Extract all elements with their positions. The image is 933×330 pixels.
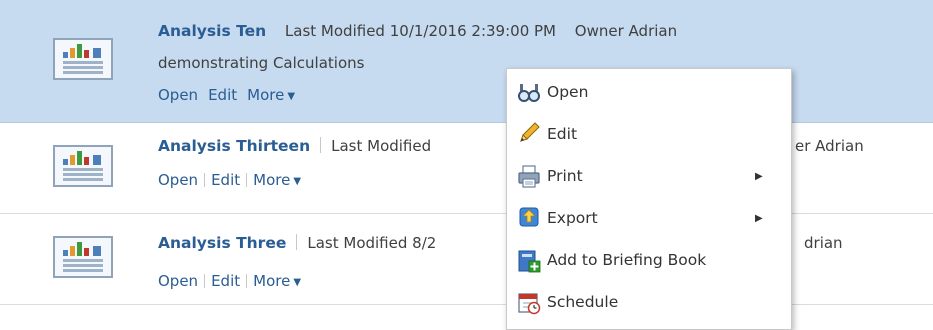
glasses-icon [518, 84, 540, 102]
analysis-chart-icon [53, 236, 113, 278]
more-label: More [253, 272, 291, 290]
caret-down-icon: ▼ [287, 91, 296, 102]
row-actions: Open Edit More ▼ [158, 86, 295, 104]
menu-item-open[interactable]: Open [507, 73, 791, 113]
open-link[interactable]: Open [158, 171, 198, 189]
separator [246, 173, 248, 187]
analysis-list: Analysis Ten Last Modified 10/1/2016 2:3… [0, 0, 933, 317]
list-item-analysis-ten[interactable]: Analysis Ten Last Modified 10/1/2016 2:3… [0, 0, 933, 123]
calendar-clock-icon [518, 293, 541, 315]
analysis-title[interactable]: Analysis Three [158, 234, 286, 252]
row-title-line: Analysis Three Last Modified 8/2 [158, 234, 436, 252]
more-menu-button[interactable]: More ▼ [253, 171, 301, 189]
open-link[interactable]: Open [158, 86, 198, 104]
menu-item-label: Edit [547, 125, 578, 143]
edit-link[interactable]: Edit [208, 86, 237, 104]
row-actions: Open Edit More ▼ [158, 171, 301, 189]
owner-partial: er Adrian [795, 137, 864, 155]
separator [239, 88, 245, 102]
owner-label: Owner [574, 22, 624, 40]
analysis-title[interactable]: Analysis Thirteen [158, 137, 310, 155]
menu-item-label: Schedule [547, 293, 619, 311]
separator [296, 234, 298, 250]
row-actions: Open Edit More ▼ [158, 272, 301, 290]
menu-item-label: Add to Briefing Book [547, 251, 707, 269]
modified-label: Last Modified [307, 234, 408, 252]
analysis-chart-icon [53, 38, 113, 80]
owner-value: Adrian [628, 22, 678, 40]
more-label: More [247, 86, 285, 104]
row-title-line: Analysis Thirteen Last Modified [158, 137, 431, 155]
modified-value-partial: 8/2 [412, 234, 437, 252]
modified-label: Last Modified [331, 137, 432, 155]
analysis-title[interactable]: Analysis Ten [158, 22, 266, 40]
analysis-chart-icon [53, 145, 113, 187]
submenu-arrow-icon: ▶ [755, 213, 763, 224]
modified-label: Last Modified [284, 22, 385, 40]
owner-partial: drian [804, 234, 843, 252]
analysis-description: demonstrating Calculations [158, 54, 365, 72]
more-menu-button[interactable]: More ▼ [247, 86, 295, 104]
submenu-arrow-icon: ▶ [755, 171, 763, 182]
more-dropdown-menu: Open Edit Print ▶ Export ▶ Add to Briefi… [506, 68, 792, 330]
list-item-analysis-thirteen[interactable]: Analysis Thirteen Last Modified er Adrian… [0, 123, 933, 214]
modified-value: 10/1/2016 2:39:00 PM [389, 22, 556, 40]
briefing-book-add-icon [518, 250, 541, 273]
separator [320, 137, 322, 153]
printer-icon [518, 165, 540, 188]
edit-link[interactable]: Edit [211, 272, 240, 290]
caret-down-icon: ▼ [293, 277, 302, 288]
separator [246, 274, 248, 288]
menu-item-label: Print [547, 167, 583, 185]
menu-item-label: Export [547, 209, 598, 227]
more-label: More [253, 171, 291, 189]
menu-item-label: Open [547, 83, 589, 101]
edit-link[interactable]: Edit [211, 171, 240, 189]
menu-item-export[interactable]: Export ▶ [507, 199, 791, 239]
separator [204, 274, 206, 288]
export-icon [519, 207, 539, 227]
pencil-icon [520, 122, 540, 142]
more-menu-button[interactable]: More ▼ [253, 272, 301, 290]
open-link[interactable]: Open [158, 272, 198, 290]
menu-item-edit[interactable]: Edit [507, 115, 791, 155]
menu-item-schedule[interactable]: Schedule [507, 283, 791, 323]
separator [200, 88, 206, 102]
menu-item-add-to-briefing-book[interactable]: Add to Briefing Book [507, 241, 791, 281]
row-title-line: Analysis Ten Last Modified 10/1/2016 2:3… [158, 22, 677, 40]
separator [204, 173, 206, 187]
menu-item-print[interactable]: Print ▶ [507, 157, 791, 197]
caret-down-icon: ▼ [293, 176, 302, 187]
list-item-analysis-three[interactable]: Analysis Three Last Modified 8/2 drian Op… [0, 214, 933, 305]
